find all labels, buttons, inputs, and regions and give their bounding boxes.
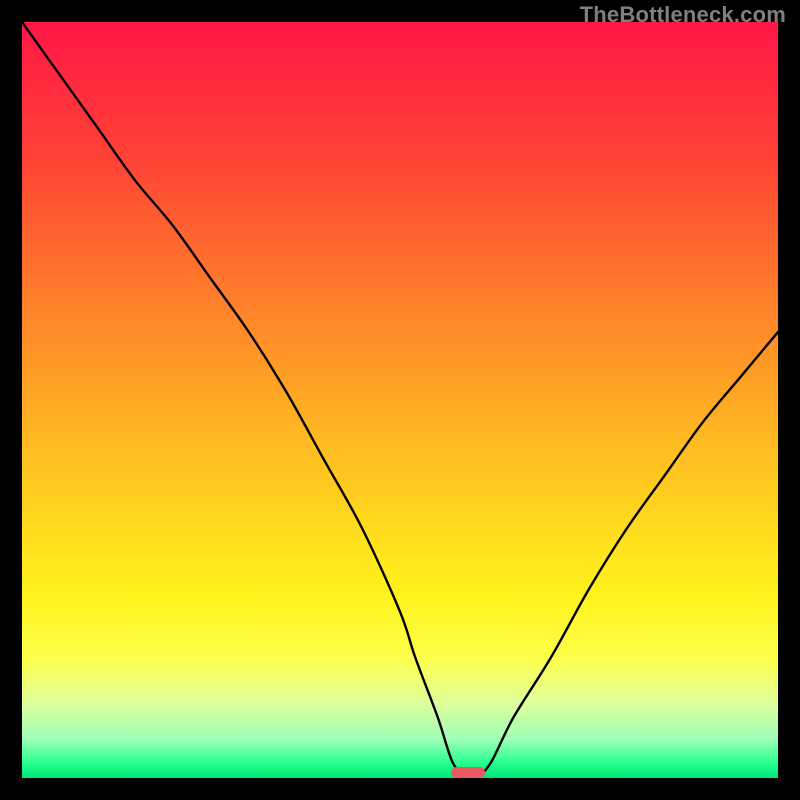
chart-frame: TheBottleneck.com <box>0 0 800 800</box>
curve-path <box>22 22 778 778</box>
bottleneck-curve <box>22 22 778 778</box>
watermark-text: TheBottleneck.com <box>580 2 786 28</box>
plot-area <box>22 22 778 778</box>
minimum-marker <box>451 767 485 778</box>
